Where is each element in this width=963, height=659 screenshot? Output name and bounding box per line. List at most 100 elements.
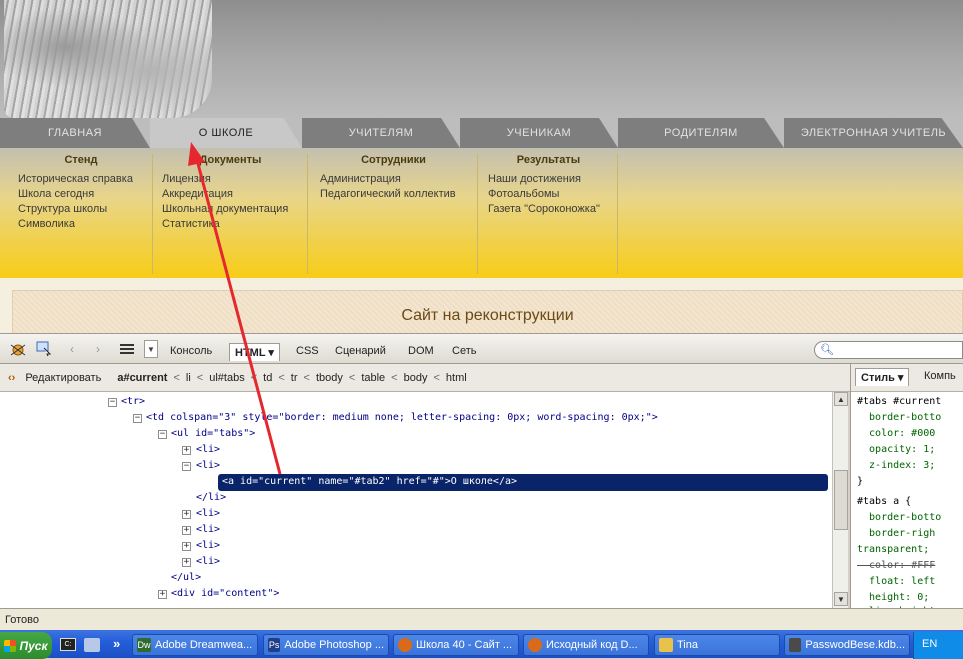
html-node-line[interactable]: <li> <box>196 538 220 554</box>
submenu-link[interactable]: Статистика <box>154 217 307 232</box>
css-property[interactable]: float: left <box>857 574 935 590</box>
edit-button[interactable]: Редактировать <box>25 372 101 384</box>
html-node-line[interactable]: <td colspan="3" style="border: medium no… <box>146 410 658 426</box>
html-node-line[interactable]: </ul> <box>171 570 201 586</box>
submenu-link[interactable]: Школа сегодня <box>10 187 152 202</box>
submenu-link[interactable]: Газета "Сороконожка" <box>480 202 617 217</box>
school-photo <box>4 0 212 118</box>
expand-toggle-icon[interactable]: + <box>182 446 191 455</box>
tab-main[interactable]: ГЛАВНАЯ <box>0 118 150 148</box>
breadcrumb-item[interactable]: li <box>186 372 191 384</box>
css-property[interactable]: opacity: 1; <box>857 442 935 458</box>
submenu-column-results: Результаты Наши достижения Фотоальбомы Г… <box>480 154 618 274</box>
html-node-line[interactable]: <li> <box>196 522 220 538</box>
html-node-line[interactable]: <li> <box>196 458 220 474</box>
code-brackets-icon[interactable]: ‹› <box>8 372 15 384</box>
css-property[interactable]: color: #000 <box>857 426 935 442</box>
tab-css[interactable]: CSS <box>296 345 319 357</box>
show-desktop-icon[interactable]: C: <box>60 638 76 651</box>
expand-toggle-icon[interactable]: + <box>182 542 191 551</box>
tab-style[interactable]: Стиль ▾ <box>855 368 910 386</box>
html-node-line[interactable]: <tr> <box>121 394 145 410</box>
breadcrumb-item[interactable]: tbody <box>316 372 343 384</box>
css-selector[interactable]: #tabs #current <box>857 394 941 410</box>
quick-launch-chevron-icon[interactable]: » <box>113 636 120 651</box>
collapse-toggle-icon[interactable]: − <box>182 462 191 471</box>
html-node-line[interactable]: <div id="content"> <box>171 586 279 602</box>
collapse-toggle-icon[interactable]: − <box>133 414 142 423</box>
selected-node[interactable]: <a id="current" name="#tab2" href="#">О … <box>218 474 828 491</box>
collapse-toggle-icon[interactable]: − <box>158 430 167 439</box>
tab-teachers[interactable]: УЧИТЕЛЯМ <box>302 118 460 148</box>
collapse-toggle-icon[interactable]: − <box>108 398 117 407</box>
firebug-search-input[interactable]: 🔍︎ <box>814 341 963 359</box>
css-property[interactable]: border-righ <box>857 526 935 542</box>
tab-console[interactable]: Консоль <box>170 345 212 357</box>
submenu-link[interactable]: Наши достижения <box>480 172 617 187</box>
expand-toggle-icon[interactable]: + <box>182 558 191 567</box>
firebug-bug-icon[interactable] <box>8 340 28 358</box>
html-node-line[interactable]: <li> <box>196 442 220 458</box>
site-tabs: ГЛАВНАЯ О ШКОЛЕ УЧИТЕЛЯМ УЧЕНИКАМ РОДИТЕ… <box>0 118 963 148</box>
taskbar-button-folder-tina[interactable]: Tina <box>654 634 780 656</box>
breadcrumb-item[interactable]: a#current <box>117 372 167 384</box>
scroll-up-arrow-icon[interactable]: ▲ <box>834 392 848 406</box>
submenu-link[interactable]: Аккредитация <box>154 187 307 202</box>
expand-toggle-icon[interactable]: + <box>182 510 191 519</box>
taskbar-button-photoshop[interactable]: Ps Adobe Photoshop ... <box>263 634 389 656</box>
photoshop-icon: Ps <box>268 638 281 652</box>
tab-about-school[interactable]: О ШКОЛЕ <box>150 118 302 148</box>
expand-toggle-icon[interactable]: + <box>158 590 167 599</box>
submenu-link[interactable]: Фотоальбомы <box>480 187 617 202</box>
submenu-link[interactable]: Символика <box>10 217 152 232</box>
tab-parents[interactable]: РОДИТЕЛЯМ <box>618 118 784 148</box>
network-icon[interactable] <box>84 638 100 652</box>
selected-node-text: <a id="current" name="#tab2" href="#">О … <box>222 476 518 487</box>
tab-students[interactable]: УЧЕНИКАМ <box>460 118 618 148</box>
taskbar-button-dreamweaver[interactable]: Dw Adobe Dreamwea... <box>132 634 258 656</box>
tab-html[interactable]: HTML ▾ <box>229 343 280 361</box>
forward-arrow-icon[interactable]: › <box>88 340 108 358</box>
tab-computed[interactable]: Компь <box>919 368 961 384</box>
scroll-down-arrow-icon[interactable]: ▼ <box>834 592 848 606</box>
back-arrow-icon[interactable]: ‹ <box>62 340 82 358</box>
breadcrumb-item[interactable]: ul#tabs <box>209 372 244 384</box>
css-property[interactable]: border-botto <box>857 510 941 526</box>
taskbar-button-keepass[interactable]: PasswodBese.kdb... <box>784 634 910 656</box>
submenu-link[interactable]: Педагогический коллектив <box>310 187 477 202</box>
scroll-thumb[interactable] <box>834 470 848 530</box>
breadcrumb-item[interactable]: table <box>361 372 385 384</box>
html-panel-scrollbar[interactable]: ▲ ▼ <box>832 392 848 608</box>
inspect-element-icon[interactable] <box>34 340 54 358</box>
submenu-link[interactable]: Лицензия <box>154 172 307 187</box>
language-indicator[interactable]: EN <box>922 638 937 650</box>
html-node-line[interactable]: <ul id="tabs"> <box>171 426 255 442</box>
html-node-line[interactable]: </li> <box>196 490 226 506</box>
taskbar-button-firefox-school[interactable]: Школа 40 - Сайт ... <box>393 634 519 656</box>
taskbar-button-firefox-source[interactable]: Исходный код D... <box>523 634 649 656</box>
tab-script[interactable]: Сценарий <box>335 345 386 357</box>
css-property[interactable]: border-botto <box>857 410 941 426</box>
submenu-link[interactable]: Школьная документация <box>154 202 307 217</box>
breadcrumb: ‹› Редактировать a#current < li < ul#tabs … <box>0 364 850 392</box>
html-node-line[interactable]: <li> <box>196 506 220 522</box>
tab-dom[interactable]: DOM <box>408 345 434 357</box>
submenu-link[interactable]: Историческая справка <box>10 172 152 187</box>
css-overridden-property[interactable]: color: #FFF <box>857 558 935 574</box>
start-button[interactable]: Пуск <box>0 632 52 659</box>
breadcrumb-item[interactable]: td <box>263 372 272 384</box>
menu-lines-icon[interactable] <box>117 340 137 358</box>
breadcrumb-item[interactable]: html <box>446 372 467 384</box>
tab-net[interactable]: Сеть <box>452 345 476 357</box>
css-property[interactable]: z-index: 3; <box>857 458 935 474</box>
breadcrumb-item[interactable]: body <box>404 372 428 384</box>
css-property[interactable]: transparent; <box>857 542 929 558</box>
submenu-link[interactable]: Администрация <box>310 172 477 187</box>
expand-toggle-icon[interactable]: + <box>182 526 191 535</box>
dropdown-arrow-icon[interactable]: ▼ <box>144 340 158 358</box>
html-node-line[interactable]: <li> <box>196 554 220 570</box>
css-selector[interactable]: #tabs a { <box>857 494 911 510</box>
breadcrumb-item[interactable]: tr <box>291 372 298 384</box>
submenu-link[interactable]: Структура школы <box>10 202 152 217</box>
tab-e-teacher[interactable]: ЭЛЕКТРОННАЯ УЧИТЕЛЬ <box>784 118 963 148</box>
